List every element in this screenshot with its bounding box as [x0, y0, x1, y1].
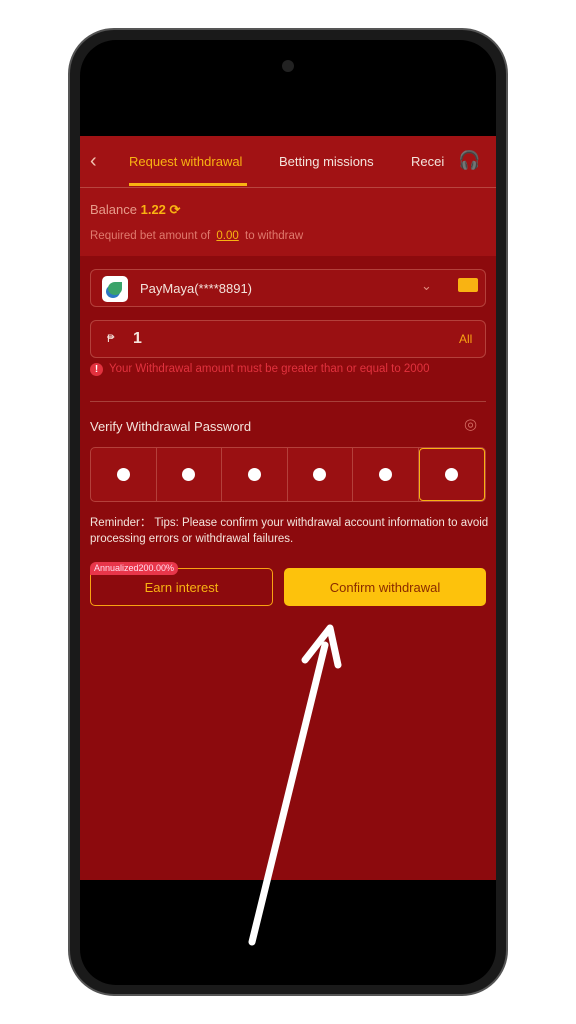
annotation-arrow — [248, 624, 342, 946]
